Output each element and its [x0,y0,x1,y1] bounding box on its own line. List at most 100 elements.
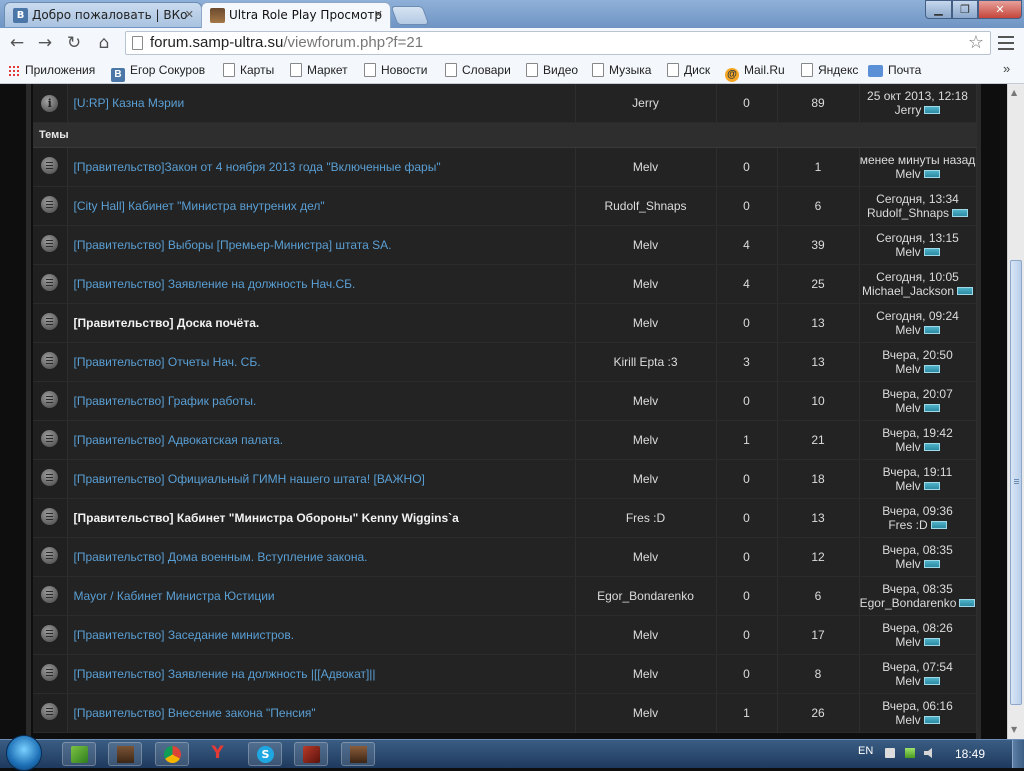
address-bar[interactable]: forum.samp-ultra.su/viewforum.php?f=21 ☆ [125,31,991,55]
taskbar-clock[interactable]: 18:49 [955,747,985,761]
topic-title-link[interactable]: Mayor / Кабинет Министра Юстиции [67,576,576,616]
home-icon[interactable]: ⌂ [93,32,115,54]
last-post-user[interactable]: Melv [895,674,920,688]
go-to-last-post-icon[interactable] [923,482,940,490]
topic-author[interactable]: Fres :D [575,498,717,538]
forward-arrow-icon[interactable]: → [34,32,56,54]
volume-icon[interactable] [924,748,932,758]
last-post-user[interactable]: Melv [895,323,920,337]
topic-title-link[interactable]: [Правительство] Адвокатская палата. [67,420,576,460]
go-to-last-post-icon[interactable] [957,287,974,295]
topic-author[interactable]: Kirill Epta :3 [575,342,717,382]
bookmark-music[interactable]: Музыка [592,62,651,78]
taskbar-chrome[interactable] [155,742,189,766]
go-to-last-post-icon[interactable] [923,404,940,412]
bookmark-vk-profile[interactable]: В Егор Сокуров [111,62,205,82]
go-to-last-post-icon[interactable] [930,521,947,529]
topic-author[interactable]: Melv [575,654,717,694]
go-to-last-post-icon[interactable] [923,638,940,646]
go-to-last-post-icon[interactable] [923,326,940,334]
go-to-last-post-icon[interactable] [923,365,940,373]
bookmarks-overflow-chevron-icon[interactable]: » [1003,61,1010,76]
bookmark-apps[interactable]: Приложения [8,62,95,78]
topic-author[interactable]: Melv [575,615,717,655]
topic-title-link[interactable]: [Правительство] График работы. [67,381,576,421]
go-to-last-post-icon[interactable] [923,170,940,178]
network-icon[interactable] [905,748,915,758]
bookmark-dictionaries[interactable]: Словари [445,62,511,78]
start-button[interactable] [6,735,42,771]
last-post-user[interactable]: Melv [895,401,920,415]
new-tab-button[interactable] [390,6,430,25]
bookmark-mailru[interactable]: @ Mail.Ru [725,62,785,82]
topic-title-link[interactable]: [Правительство] Доска почёта. [67,303,576,343]
topic-title-link[interactable]: [Правительство] Отчеты Нач. СБ. [67,342,576,382]
topic-title-link[interactable]: [Правительство] Официальный ГИМН нашего … [67,459,576,499]
bookmark-news[interactable]: Новости [364,62,427,78]
close-window-button[interactable]: ✕ [978,0,1022,19]
last-post-user[interactable]: Melv [895,635,920,649]
taskbar-skype[interactable]: S [248,742,282,766]
taskbar-game[interactable] [108,742,142,766]
last-post-user[interactable]: Melv [895,557,920,571]
maximize-button[interactable]: ❐ [952,0,978,19]
go-to-last-post-icon[interactable] [923,677,940,685]
topic-title-link[interactable]: [Правительство] Внесение закона "Пенсия" [67,693,576,733]
show-desktop-button[interactable] [1012,740,1024,768]
topic-author[interactable]: Rudolf_Shnaps [575,186,717,226]
topic-title-link[interactable]: [U:RP] Казна Мэрии [67,84,576,123]
taskbar-yandex[interactable]: Y [201,742,235,766]
topic-author[interactable]: Jerry [575,84,717,123]
last-post-user[interactable]: Melv [895,479,920,493]
bookmark-maps[interactable]: Карты [223,62,274,78]
taskbar-dota[interactable] [294,742,328,766]
last-post-user[interactable]: Melv [895,362,920,376]
topic-author[interactable]: Melv [575,420,717,460]
last-post-user[interactable]: Melv [895,713,920,727]
go-to-last-post-icon[interactable] [924,106,941,114]
tab-vk[interactable]: В Добро пожаловать | ВКо ✕ [4,2,202,27]
reload-icon[interactable]: ↻ [63,32,85,54]
bookmark-video[interactable]: Видео [526,62,578,78]
last-post-user[interactable]: Melv [895,245,920,259]
back-arrow-icon[interactable]: ← [6,32,28,54]
minimize-button[interactable]: ▁ [925,0,952,19]
last-post-user[interactable]: Fres :D [888,518,927,532]
topic-author[interactable]: Melv [575,147,717,187]
last-post-user[interactable]: Melv [895,167,920,181]
language-indicator[interactable]: EN [858,745,873,757]
go-to-last-post-icon[interactable] [923,560,940,568]
topic-author[interactable]: Melv [575,537,717,577]
scrollbar-thumb[interactable] [1010,260,1022,705]
topic-author[interactable]: Egor_Bondarenko [575,576,717,616]
topic-title-link[interactable]: [Правительство] Заседание министров. [67,615,576,655]
taskbar-samp[interactable] [341,742,375,766]
topic-author[interactable]: Melv [575,303,717,343]
menu-icon[interactable] [998,36,1014,50]
bookmark-yandex[interactable]: Яндекс [801,62,858,78]
topic-author[interactable]: Melv [575,459,717,499]
close-tab-icon[interactable]: ✕ [374,3,383,27]
last-post-user[interactable]: Melv [895,440,920,454]
vertical-scrollbar[interactable]: ▲ ▼ [1007,84,1024,739]
topic-title-link[interactable]: [Правительство] Дома военным. Вступление… [67,537,576,577]
last-post-user[interactable]: Rudolf_Shnaps [867,206,949,220]
go-to-last-post-icon[interactable] [923,716,940,724]
tab-forum[interactable]: Ultra Role Play Просмотр ✕ [201,2,391,28]
topic-title-link[interactable]: [Правительство]Закон от 4 ноября 2013 го… [67,147,576,187]
topic-author[interactable]: Melv [575,693,717,733]
topic-title-link[interactable]: [Правительство] Кабинет "Министра Оборон… [67,498,576,538]
last-post-user[interactable]: Jerry [895,103,922,117]
last-post-user[interactable]: Michael_Jackson [862,284,954,298]
go-to-last-post-icon[interactable] [923,248,940,256]
topic-title-link[interactable]: [Правительство] Выборы [Премьер-Министра… [67,225,576,265]
last-post-user[interactable]: Egor_Bondarenko [860,596,957,610]
scroll-up-arrow-icon[interactable]: ▲ [1011,88,1017,97]
topic-title-link[interactable]: [Правительство] Заявление на должность |… [67,654,576,694]
topic-author[interactable]: Melv [575,264,717,304]
go-to-last-post-icon[interactable] [952,209,969,217]
topic-title-link[interactable]: [City Hall] Кабинет "Министра внутрених … [67,186,576,226]
taskbar-explorer[interactable] [62,742,96,766]
tray-flag-icon[interactable] [885,748,895,758]
go-to-last-post-icon[interactable] [959,599,976,607]
